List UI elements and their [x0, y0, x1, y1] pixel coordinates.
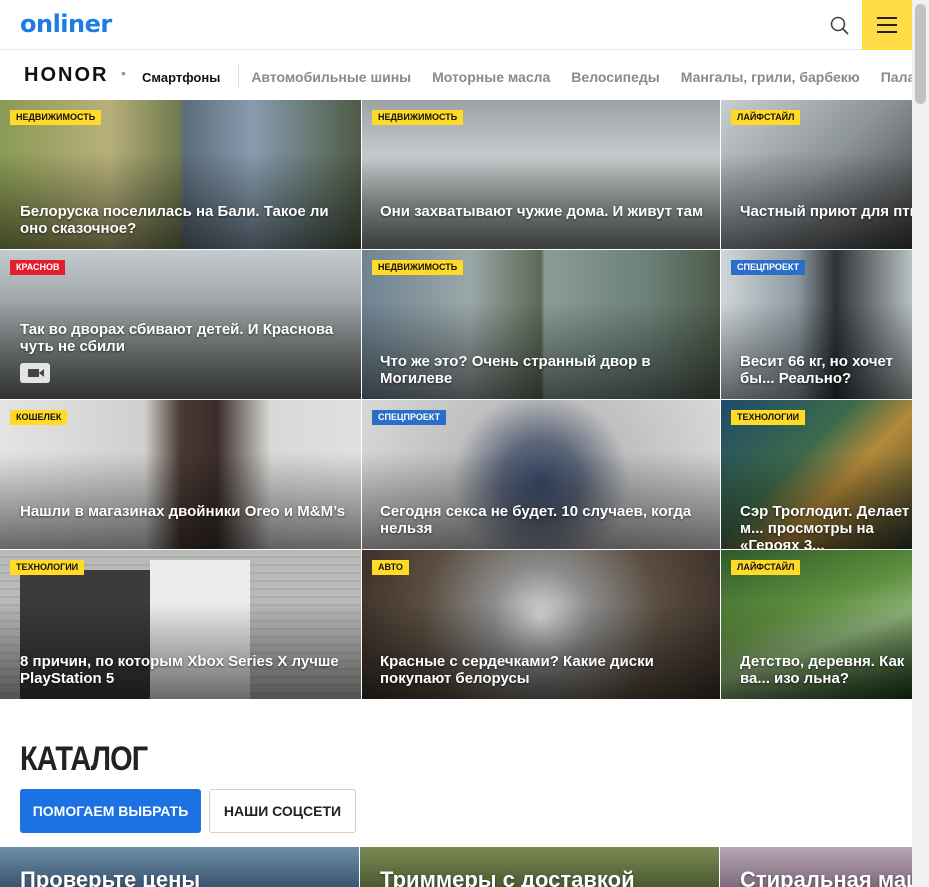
news-tile[interactable]: Лайфстайл Частный приют для пти... выгля… [721, 100, 912, 249]
promo-card[interactable]: Проверьте цены [0, 847, 359, 887]
promo-title: Стиральная маш... [740, 867, 912, 887]
catalog-heading: КАТАЛОГ [20, 740, 148, 778]
news-tile[interactable]: Недвижимость Что же это? Очень странный … [362, 250, 720, 399]
news-tile[interactable]: Недвижимость Они захватывают чужие дома.… [362, 100, 720, 249]
news-tile[interactable]: Недвижимость Белоруска поселилась на Бал… [0, 100, 361, 249]
news-title: Белоруска поселилась на Бали. Такое ли о… [20, 203, 329, 237]
news-title: Весит 66 кг, но хочет бы... Реально? [740, 353, 894, 387]
video-camera-icon [20, 363, 50, 383]
page-scrollbar[interactable] [912, 0, 929, 887]
tag-badge: Недвижимость [372, 260, 464, 275]
news-title: Нашли в магазинах двойники Oreo и M&M’s [20, 503, 346, 520]
news-grid: Недвижимость Белоруска поселилась на Бал… [0, 100, 912, 699]
honor-brand-logo[interactable]: HONOR [24, 64, 108, 87]
news-title: Сегодня секса не будет. 10 случаев, когд… [380, 503, 692, 537]
tag-badge: Лайфстайл [731, 110, 801, 125]
news-tile[interactable]: Краснов Так во дворах сбивают детей. И К… [0, 250, 361, 399]
tag-badge: Технологии [10, 560, 85, 575]
tag-badge: Лайфстайл [731, 560, 801, 575]
nav-item-tents[interactable]: Палатки [881, 69, 912, 85]
news-tile[interactable]: Кошелек Нашли в магазинах двойники Oreo … [0, 400, 361, 549]
news-tile[interactable]: Технологии Сэр Троглодит. Делает м... пр… [721, 400, 912, 549]
news-title: Частный приют для пти... выглядит? [740, 203, 912, 220]
site-header: onliner [0, 0, 912, 50]
tag-badge: Кошелек [10, 410, 68, 425]
news-tile[interactable]: Лайфстайл Детство, деревня. Как ва... из… [721, 550, 912, 699]
tag-badge: Технологии [731, 410, 806, 425]
promo-title: Проверьте цены [20, 867, 201, 887]
news-tile[interactable]: Авто Красные с сердечками? Какие диски п… [362, 550, 720, 699]
news-tile[interactable]: Спецпроект Весит 66 кг, но хочет бы... Р… [721, 250, 912, 399]
tag-badge: Авто [372, 560, 409, 575]
tag-badge: Спецпроект [372, 410, 447, 425]
promo-card[interactable]: Триммеры с доставкой [360, 847, 719, 887]
news-title: Так во дворах сбивают детей. И Краснова … [20, 321, 334, 355]
scroll-thumb[interactable] [915, 4, 926, 104]
hamburger-icon[interactable] [862, 0, 912, 50]
news-title: 8 причин, по которым Xbox Series X лучше… [20, 653, 339, 687]
category-nav: HONOR • Смартфоны Автомобильные шины Мот… [0, 51, 912, 100]
nav-item-smartphones[interactable]: Смартфоны [142, 70, 220, 85]
news-tile[interactable]: Технологии 8 причин, по которым Xbox Ser… [0, 550, 361, 699]
promo-title: Триммеры с доставкой [380, 867, 635, 887]
nav-item-motor-oils[interactable]: Моторные масла [432, 69, 550, 85]
nav-item-bicycles[interactable]: Велосипеды [571, 69, 659, 85]
nav-item-tires[interactable]: Автомобильные шины [251, 69, 411, 85]
social-networks-button[interactable]: НАШИ СОЦСЕТИ [209, 789, 356, 833]
tag-badge: Недвижимость [372, 110, 464, 125]
news-title: Что же это? Очень странный двор в Могиле… [380, 353, 651, 387]
news-title: Сэр Троглодит. Делает м... просмотры на … [740, 503, 910, 549]
tag-badge: Спецпроект [731, 260, 806, 275]
help-choose-button[interactable]: ПОМОГАЕМ ВЫБРАТЬ [20, 789, 201, 833]
news-title: Детство, деревня. Как ва... изо льна? [740, 653, 905, 687]
separator-dot: • [121, 65, 126, 81]
tag-badge: Краснов [10, 260, 66, 275]
nav-item-grills[interactable]: Мангалы, грили, барбекю [681, 69, 860, 85]
promo-card[interactable]: Стиральная маш... [720, 847, 912, 887]
search-icon[interactable] [826, 12, 854, 40]
tag-badge: Недвижимость [10, 110, 102, 125]
nav-divider [238, 63, 240, 87]
news-tile[interactable]: Спецпроект Сегодня секса не будет. 10 сл… [362, 400, 720, 549]
news-title: Они захватывают чужие дома. И живут там [380, 203, 704, 220]
news-title: Красные с сердечками? Какие диски покупа… [380, 653, 654, 687]
onliner-logo[interactable]: onliner [20, 10, 112, 38]
